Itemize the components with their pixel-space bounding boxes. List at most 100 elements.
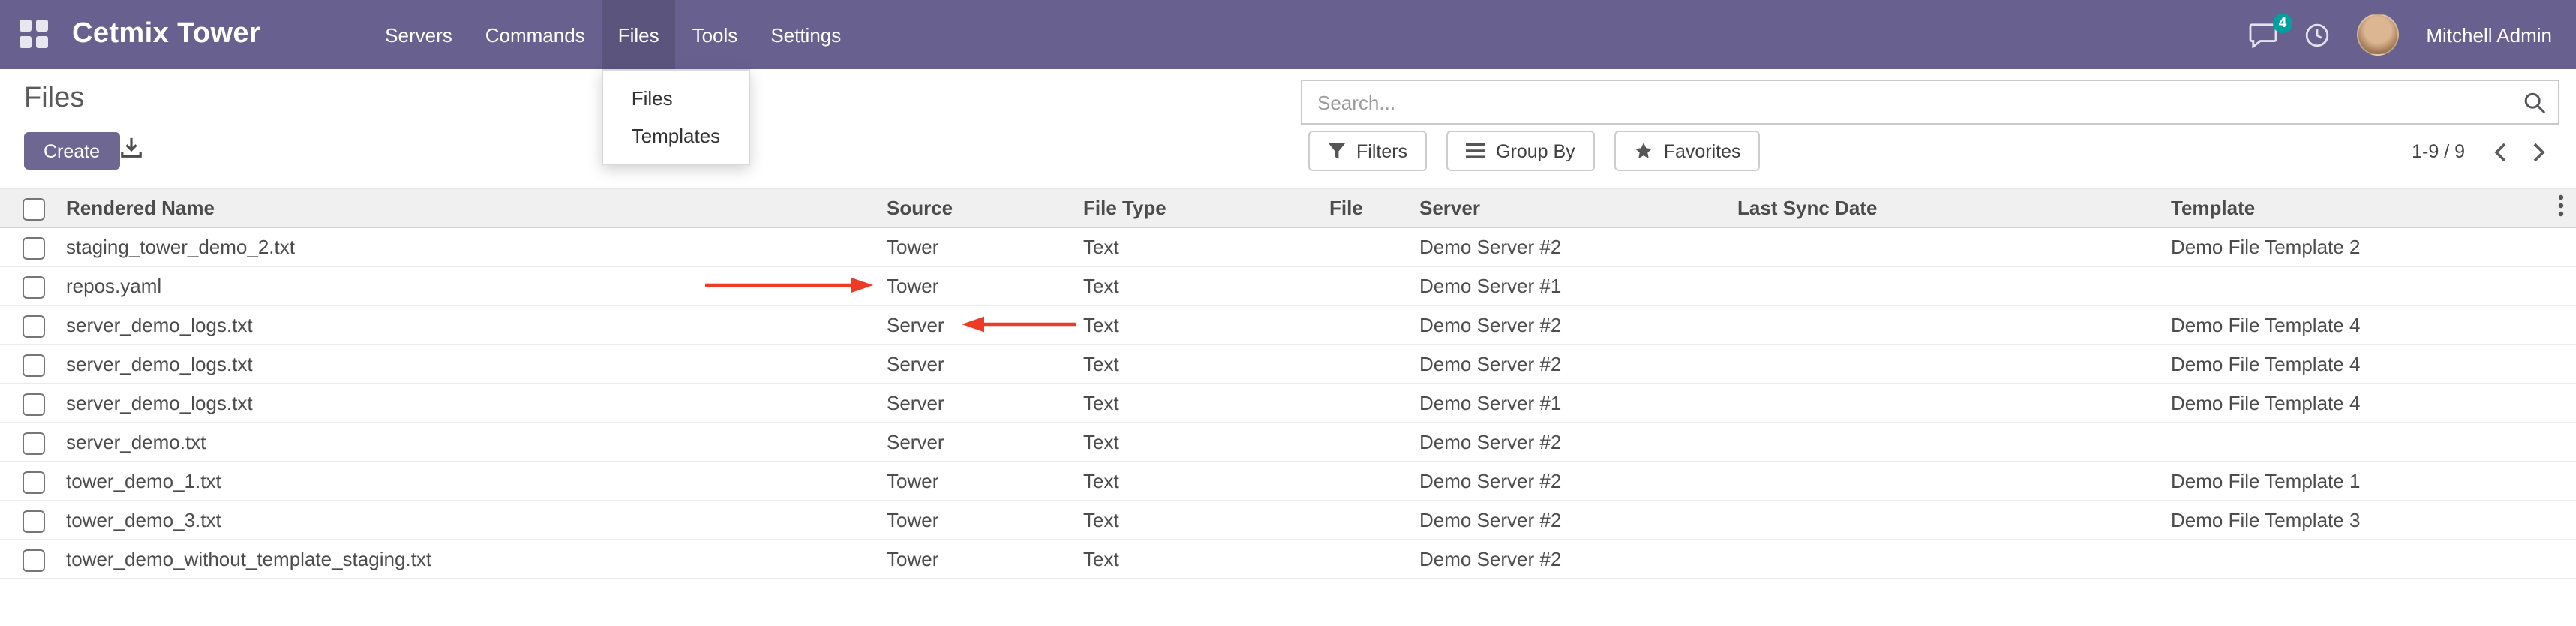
row-end-cell xyxy=(2546,462,2576,501)
cell-rendered-name: staging_tower_demo_2.txt xyxy=(66,227,887,266)
cell-file-type: Text xyxy=(1083,266,1329,305)
filters-button[interactable]: Filters xyxy=(1308,131,1427,171)
nav-item-files[interactable]: FilesFilesTemplates xyxy=(602,0,676,69)
cell-file-type: Text xyxy=(1083,462,1329,501)
row-checkbox[interactable] xyxy=(23,471,45,493)
row-checkbox[interactable] xyxy=(23,315,45,337)
column-header-file[interactable]: File xyxy=(1329,188,1419,227)
cell-file-type: Text xyxy=(1083,423,1329,462)
pager-next-button[interactable] xyxy=(2519,137,2558,167)
row-end-cell xyxy=(2546,305,2576,345)
cell-last-sync-date xyxy=(1737,384,2171,423)
select-all-checkbox[interactable] xyxy=(23,197,45,220)
user-avatar[interactable] xyxy=(2357,14,2399,56)
dropdown-item-templates[interactable]: Templates xyxy=(603,117,749,155)
column-header-file-type[interactable]: File Type xyxy=(1083,188,1329,227)
cell-file xyxy=(1329,384,1419,423)
user-name[interactable]: Mitchell Admin xyxy=(2426,23,2552,46)
top-navbar: Cetmix Tower Servers CommandsFilesFilesTe… xyxy=(0,0,2576,69)
cell-server: Demo Server #2 xyxy=(1419,227,1737,266)
table-head-row: Rendered NameSourceFile TypeFileServerLa… xyxy=(0,188,2576,227)
cell-last-sync-date xyxy=(1737,423,2171,462)
apps-grid-icon[interactable] xyxy=(20,20,50,50)
row-checkbox[interactable] xyxy=(23,236,45,259)
nav-item-label: Servers xyxy=(385,23,452,46)
group-by-button[interactable]: Group By xyxy=(1446,131,1595,171)
app-window: Cetmix Tower Servers CommandsFilesFilesTe… xyxy=(0,0,2576,626)
cell-source: Server xyxy=(887,305,1083,345)
cell-rendered-name: repos.yaml xyxy=(66,266,887,305)
column-header-source[interactable]: Source xyxy=(887,188,1083,227)
cell-last-sync-date xyxy=(1737,345,2171,384)
nav-item-tools[interactable]: Tools xyxy=(676,0,755,69)
export-download-button[interactable] xyxy=(120,137,143,164)
cell-file xyxy=(1329,305,1419,345)
cell-template: Demo File Template 2 xyxy=(2171,227,2546,266)
cell-file xyxy=(1329,540,1419,579)
app-title: Cetmix Tower xyxy=(72,18,260,51)
row-checkbox-cell xyxy=(0,345,66,384)
cell-source: Server xyxy=(887,384,1083,423)
table-body: staging_tower_demo_2.txtTowerTextDemo Se… xyxy=(0,227,2576,579)
table-row[interactable]: tower_demo_1.txtTowerTextDemo Server #2D… xyxy=(0,462,2576,501)
cell-file xyxy=(1329,345,1419,384)
table-row[interactable]: server_demo.txtServerTextDemo Server #2 xyxy=(0,423,2576,462)
table-row[interactable]: staging_tower_demo_2.txtTowerTextDemo Se… xyxy=(0,227,2576,266)
column-header-server[interactable]: Server xyxy=(1419,188,1737,227)
row-checkbox[interactable] xyxy=(23,354,45,376)
cell-file xyxy=(1329,501,1419,540)
table-row[interactable]: server_demo_logs.txtServerTextDemo Serve… xyxy=(0,305,2576,345)
favorites-button[interactable]: Favorites xyxy=(1614,131,1761,171)
cell-server: Demo Server #2 xyxy=(1419,305,1737,345)
row-checkbox[interactable] xyxy=(23,549,45,571)
cell-file-type: Text xyxy=(1083,501,1329,540)
search-input[interactable] xyxy=(1302,91,2510,113)
group-by-label: Group By xyxy=(1496,140,1575,161)
download-icon xyxy=(120,141,143,164)
select-all-cell xyxy=(0,188,66,227)
nav-item-label: Settings xyxy=(770,23,841,46)
nav-item-commands[interactable]: Commands xyxy=(469,0,602,69)
cell-template: Demo File Template 1 xyxy=(2171,462,2546,501)
dropdown-item-files[interactable]: Files xyxy=(603,80,749,117)
cell-rendered-name: tower_demo_3.txt xyxy=(66,501,887,540)
cell-source: Server xyxy=(887,423,1083,462)
column-header-rendered-name[interactable]: Rendered Name xyxy=(66,188,887,227)
table-row[interactable]: tower_demo_3.txtTowerTextDemo Server #2D… xyxy=(0,501,2576,540)
table-row[interactable]: server_demo_logs.txtServerTextDemo Serve… xyxy=(0,345,2576,384)
pager-value[interactable]: 1-9 / 9 xyxy=(2412,141,2480,162)
messages-icon[interactable]: 4 xyxy=(2249,22,2277,47)
row-checkbox-cell xyxy=(0,384,66,423)
table-row[interactable]: tower_demo_without_template_staging.txtT… xyxy=(0,540,2576,579)
row-checkbox-cell xyxy=(0,423,66,462)
row-checkbox-cell xyxy=(0,305,66,345)
nav-item-servers[interactable]: Servers xyxy=(368,0,469,69)
optional-columns-icon[interactable] xyxy=(2558,194,2564,218)
create-button[interactable]: Create xyxy=(24,132,119,170)
pager-previous-button[interactable] xyxy=(2480,137,2519,167)
column-header-template[interactable]: Template xyxy=(2171,188,2546,227)
nav-item-settings[interactable]: Settings xyxy=(754,0,857,69)
search-icon[interactable] xyxy=(2510,89,2558,115)
cell-source: Tower xyxy=(887,462,1083,501)
cell-file xyxy=(1329,227,1419,266)
table-row[interactable]: server_demo_logs.txtServerTextDemo Serve… xyxy=(0,384,2576,423)
cell-server: Demo Server #2 xyxy=(1419,501,1737,540)
row-checkbox-cell xyxy=(0,540,66,579)
optional-columns-cell xyxy=(2546,188,2576,227)
row-checkbox[interactable] xyxy=(23,275,45,298)
cell-server: Demo Server #2 xyxy=(1419,423,1737,462)
row-checkbox[interactable] xyxy=(23,432,45,454)
row-checkbox[interactable] xyxy=(23,393,45,415)
table-row[interactable]: repos.yamlTowerTextDemo Server #1 xyxy=(0,266,2576,305)
row-checkbox-cell xyxy=(0,501,66,540)
messages-badge: 4 xyxy=(2273,13,2293,32)
cell-source: Tower xyxy=(887,501,1083,540)
activity-clock-icon[interactable] xyxy=(2304,22,2330,47)
row-checkbox[interactable] xyxy=(23,510,45,532)
cell-file xyxy=(1329,423,1419,462)
column-header-last-sync-date[interactable]: Last Sync Date xyxy=(1737,188,2171,227)
row-checkbox-cell xyxy=(0,266,66,305)
cell-last-sync-date xyxy=(1737,540,2171,579)
cell-server: Demo Server #1 xyxy=(1419,384,1737,423)
